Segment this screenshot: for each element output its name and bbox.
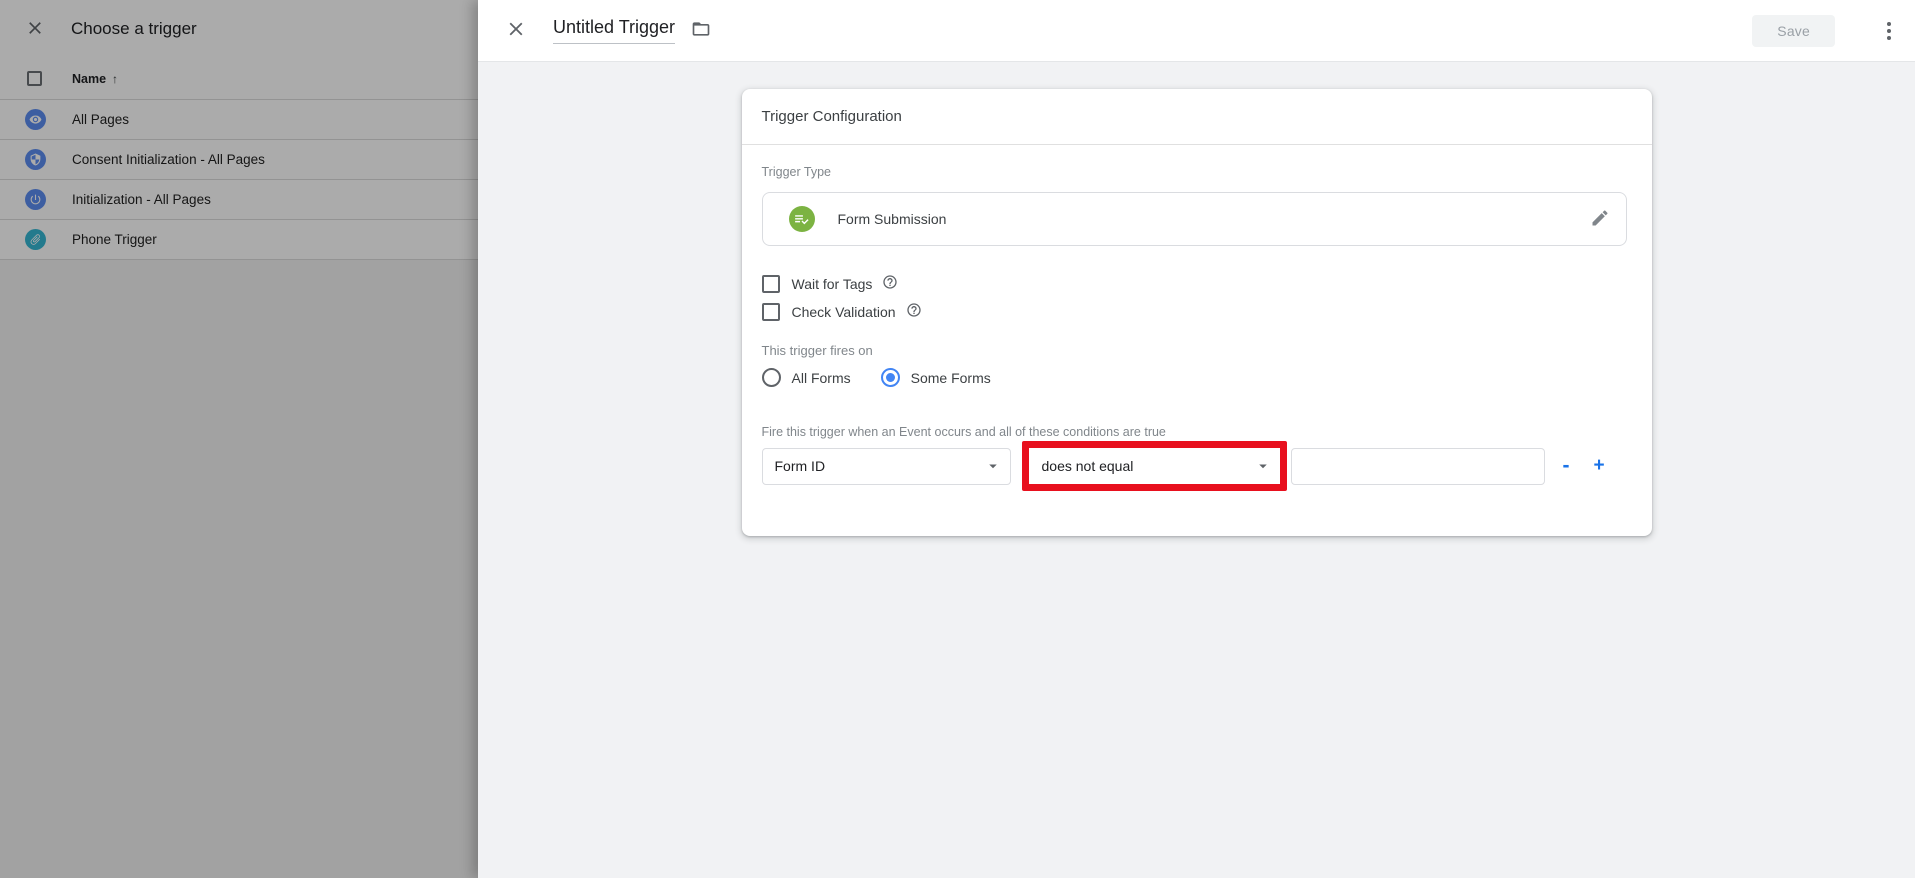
- all-forms-label: All Forms: [792, 370, 851, 386]
- trigger-type-selector[interactable]: Form Submission: [762, 192, 1627, 246]
- condition-operator-value: does not equal: [1042, 458, 1134, 474]
- more-options-button[interactable]: [1863, 22, 1887, 40]
- trigger-type-value: Form Submission: [838, 211, 947, 227]
- check-validation-label: Check Validation: [792, 304, 896, 320]
- wait-for-tags-checkbox[interactable]: [762, 275, 780, 293]
- wait-for-tags-help-button[interactable]: [882, 274, 898, 293]
- trigger-configuration-card: Trigger Configuration Trigger Type Form …: [742, 89, 1652, 536]
- form-submission-icon: [789, 206, 815, 232]
- some-forms-radio[interactable]: [881, 368, 900, 387]
- all-forms-radio[interactable]: [762, 368, 781, 387]
- modal-dim-overlay: [0, 0, 478, 878]
- help-icon: [906, 302, 922, 321]
- condition-variable-select[interactable]: Form ID: [762, 448, 1011, 485]
- save-button[interactable]: Save: [1752, 15, 1835, 47]
- remove-condition-button[interactable]: -: [1563, 454, 1570, 478]
- editor-top-bar: Untitled Trigger Save: [478, 0, 1915, 62]
- wait-for-tags-label: Wait for Tags: [792, 276, 873, 292]
- wait-for-tags-row: Wait for Tags: [762, 274, 1627, 293]
- trigger-name-field[interactable]: Untitled Trigger: [553, 17, 675, 44]
- edit-trigger-type-button[interactable]: [1590, 208, 1610, 231]
- card-body: Trigger Type Form Submission Wa: [742, 145, 1652, 536]
- trigger-editor-panel: Untitled Trigger Save Trigger Configurat…: [478, 0, 1915, 878]
- condition-row: Form ID does not equal: [762, 441, 1627, 491]
- gtm-screen: Choose a trigger Name ↑ All Pages Consen…: [0, 0, 1915, 878]
- fires-on-label: This trigger fires on: [762, 343, 1627, 358]
- pencil-icon: [1590, 208, 1610, 231]
- trigger-type-label: Trigger Type: [762, 165, 1627, 179]
- check-validation-checkbox[interactable]: [762, 303, 780, 321]
- chevron-down-icon: [984, 457, 1002, 475]
- kebab-menu-icon: [1877, 22, 1901, 40]
- conditions-label: Fire this trigger when an Event occurs a…: [762, 425, 1627, 439]
- editor-close-button[interactable]: [505, 18, 527, 43]
- close-icon: [505, 18, 527, 43]
- help-icon: [882, 274, 898, 293]
- condition-variable-value: Form ID: [775, 458, 826, 474]
- condition-operator-select[interactable]: does not equal: [1029, 448, 1280, 484]
- folder-icon: [691, 19, 711, 42]
- add-condition-button[interactable]: +: [1594, 455, 1605, 477]
- card-title: Trigger Configuration: [742, 89, 1652, 145]
- check-validation-help-button[interactable]: [906, 302, 922, 321]
- check-validation-row: Check Validation: [762, 302, 1627, 321]
- fires-on-options: All Forms Some Forms: [762, 368, 1627, 387]
- highlight-box: does not equal: [1022, 441, 1287, 491]
- trigger-picker-panel: Choose a trigger Name ↑ All Pages Consen…: [0, 0, 478, 878]
- move-to-folder-button[interactable]: [691, 19, 711, 42]
- condition-value-input[interactable]: [1291, 448, 1545, 485]
- some-forms-label: Some Forms: [911, 370, 991, 386]
- chevron-down-icon: [1254, 457, 1272, 475]
